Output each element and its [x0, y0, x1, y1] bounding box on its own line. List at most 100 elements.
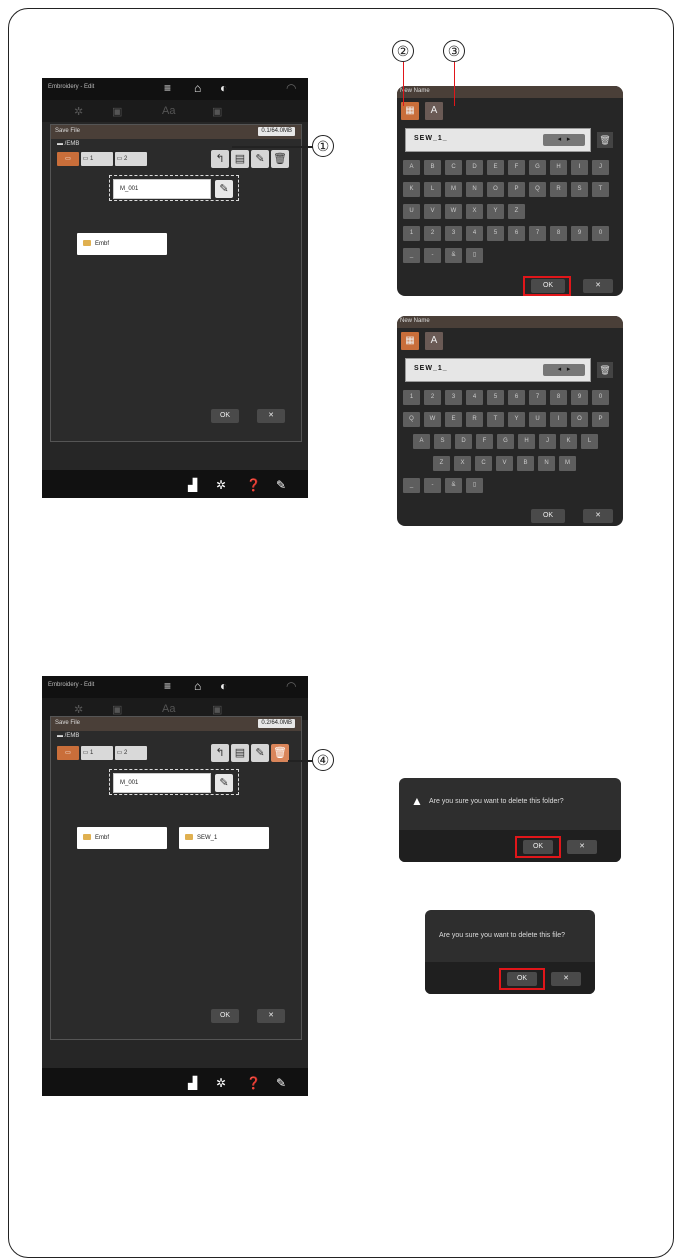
- key[interactable]: G: [497, 434, 514, 449]
- key[interactable]: J: [592, 160, 609, 175]
- key[interactable]: X: [466, 204, 483, 219]
- key[interactable]: E: [445, 412, 462, 427]
- key[interactable]: 3: [445, 390, 462, 405]
- key[interactable]: 6: [508, 226, 525, 241]
- cursor-arrows[interactable]: ◂ ▸: [543, 134, 585, 146]
- cancel-button[interactable]: ✕: [257, 1009, 285, 1023]
- tab-usb1[interactable]: ▭ 1: [81, 152, 113, 166]
- help-icon[interactable]: ❓: [246, 1076, 261, 1090]
- up-folder-button[interactable]: ↰: [211, 150, 229, 168]
- key[interactable]: 1: [403, 226, 420, 241]
- home-icon[interactable]: ⌂: [194, 82, 201, 94]
- cancel-button[interactable]: ✕: [583, 509, 613, 523]
- key[interactable]: T: [592, 182, 609, 197]
- layout-toggle-icon[interactable]: ▦: [401, 332, 419, 350]
- key[interactable]: U: [403, 204, 420, 219]
- rename-button[interactable]: ✎: [251, 744, 269, 762]
- cancel-button[interactable]: ✕: [257, 409, 285, 423]
- key[interactable]: X: [454, 456, 471, 471]
- cancel-button[interactable]: ✕: [567, 840, 597, 854]
- key[interactable]: E: [487, 160, 504, 175]
- key[interactable]: 4: [466, 390, 483, 405]
- edit-name-button[interactable]: ✎: [215, 180, 233, 198]
- key[interactable]: I: [550, 412, 567, 427]
- key[interactable]: D: [455, 434, 472, 449]
- key[interactable]: J: [539, 434, 556, 449]
- key[interactable]: 9: [571, 226, 588, 241]
- up-folder-button[interactable]: ↰: [211, 744, 229, 762]
- key[interactable]: Q: [529, 182, 546, 197]
- ok-button[interactable]: OK: [531, 509, 565, 523]
- cursor-arrows[interactable]: ◂ ▸: [543, 364, 585, 376]
- new-folder-button[interactable]: ▤: [231, 744, 249, 762]
- key[interactable]: A: [413, 434, 430, 449]
- key[interactable]: C: [445, 160, 462, 175]
- ok-button[interactable]: OK: [523, 840, 553, 854]
- key[interactable]: ▯: [466, 478, 483, 493]
- key[interactable]: -: [424, 248, 441, 263]
- key[interactable]: H: [518, 434, 535, 449]
- key[interactable]: C: [475, 456, 492, 471]
- ok-button[interactable]: OK: [211, 409, 239, 423]
- key[interactable]: L: [424, 182, 441, 197]
- key[interactable]: F: [476, 434, 493, 449]
- tab-usb2[interactable]: ▭ 2: [115, 746, 147, 760]
- key[interactable]: M: [559, 456, 576, 471]
- wrench-icon[interactable]: ✎: [276, 1076, 286, 1090]
- key[interactable]: N: [466, 182, 483, 197]
- delete-button[interactable]: 🗑: [271, 744, 289, 762]
- key[interactable]: Q: [403, 412, 420, 427]
- key[interactable]: W: [424, 412, 441, 427]
- key[interactable]: D: [466, 160, 483, 175]
- home-icon[interactable]: ⌂: [194, 680, 201, 692]
- key[interactable]: 5: [487, 226, 504, 241]
- backspace-trash-icon[interactable]: 🗑: [597, 132, 613, 148]
- key[interactable]: &: [445, 478, 462, 493]
- file-name-field[interactable]: M_001: [113, 773, 211, 793]
- key[interactable]: 2: [424, 226, 441, 241]
- needle-icon[interactable]: ▟: [188, 478, 197, 492]
- key[interactable]: T: [487, 412, 504, 427]
- key[interactable]: K: [560, 434, 577, 449]
- folder-item-embf[interactable]: Embf: [77, 827, 167, 849]
- key[interactable]: P: [508, 182, 525, 197]
- key[interactable]: S: [571, 182, 588, 197]
- key[interactable]: 6: [508, 390, 525, 405]
- key[interactable]: H: [550, 160, 567, 175]
- key[interactable]: V: [424, 204, 441, 219]
- key[interactable]: 8: [550, 390, 567, 405]
- key[interactable]: M: [445, 182, 462, 197]
- needle-icon[interactable]: ▟: [188, 1076, 197, 1090]
- key[interactable]: 7: [529, 390, 546, 405]
- key[interactable]: O: [571, 412, 588, 427]
- key[interactable]: K: [403, 182, 420, 197]
- key[interactable]: _: [403, 478, 420, 493]
- key[interactable]: V: [496, 456, 513, 471]
- key[interactable]: U: [529, 412, 546, 427]
- key[interactable]: ▯: [466, 248, 483, 263]
- key[interactable]: N: [538, 456, 555, 471]
- key[interactable]: Z: [433, 456, 450, 471]
- font-toggle-icon[interactable]: A: [425, 332, 443, 350]
- key[interactable]: F: [508, 160, 525, 175]
- key[interactable]: Y: [508, 412, 525, 427]
- delete-button[interactable]: 🗑: [271, 150, 289, 168]
- key[interactable]: Y: [487, 204, 504, 219]
- cancel-button[interactable]: ✕: [551, 972, 581, 986]
- rename-button[interactable]: ✎: [251, 150, 269, 168]
- help-icon[interactable]: ❓: [246, 478, 261, 492]
- key[interactable]: 5: [487, 390, 504, 405]
- file-name-field[interactable]: M_001: [113, 179, 211, 199]
- key[interactable]: 7: [529, 226, 546, 241]
- menu-icon[interactable]: ≡: [164, 680, 171, 692]
- key[interactable]: R: [466, 412, 483, 427]
- key[interactable]: 0: [592, 226, 609, 241]
- key[interactable]: 3: [445, 226, 462, 241]
- key[interactable]: I: [571, 160, 588, 175]
- key[interactable]: R: [550, 182, 567, 197]
- edit-name-button[interactable]: ✎: [215, 774, 233, 792]
- wrench-icon[interactable]: ✎: [276, 478, 286, 492]
- key[interactable]: A: [403, 160, 420, 175]
- key[interactable]: 1: [403, 390, 420, 405]
- mode-icon[interactable]: ◐: [220, 82, 227, 94]
